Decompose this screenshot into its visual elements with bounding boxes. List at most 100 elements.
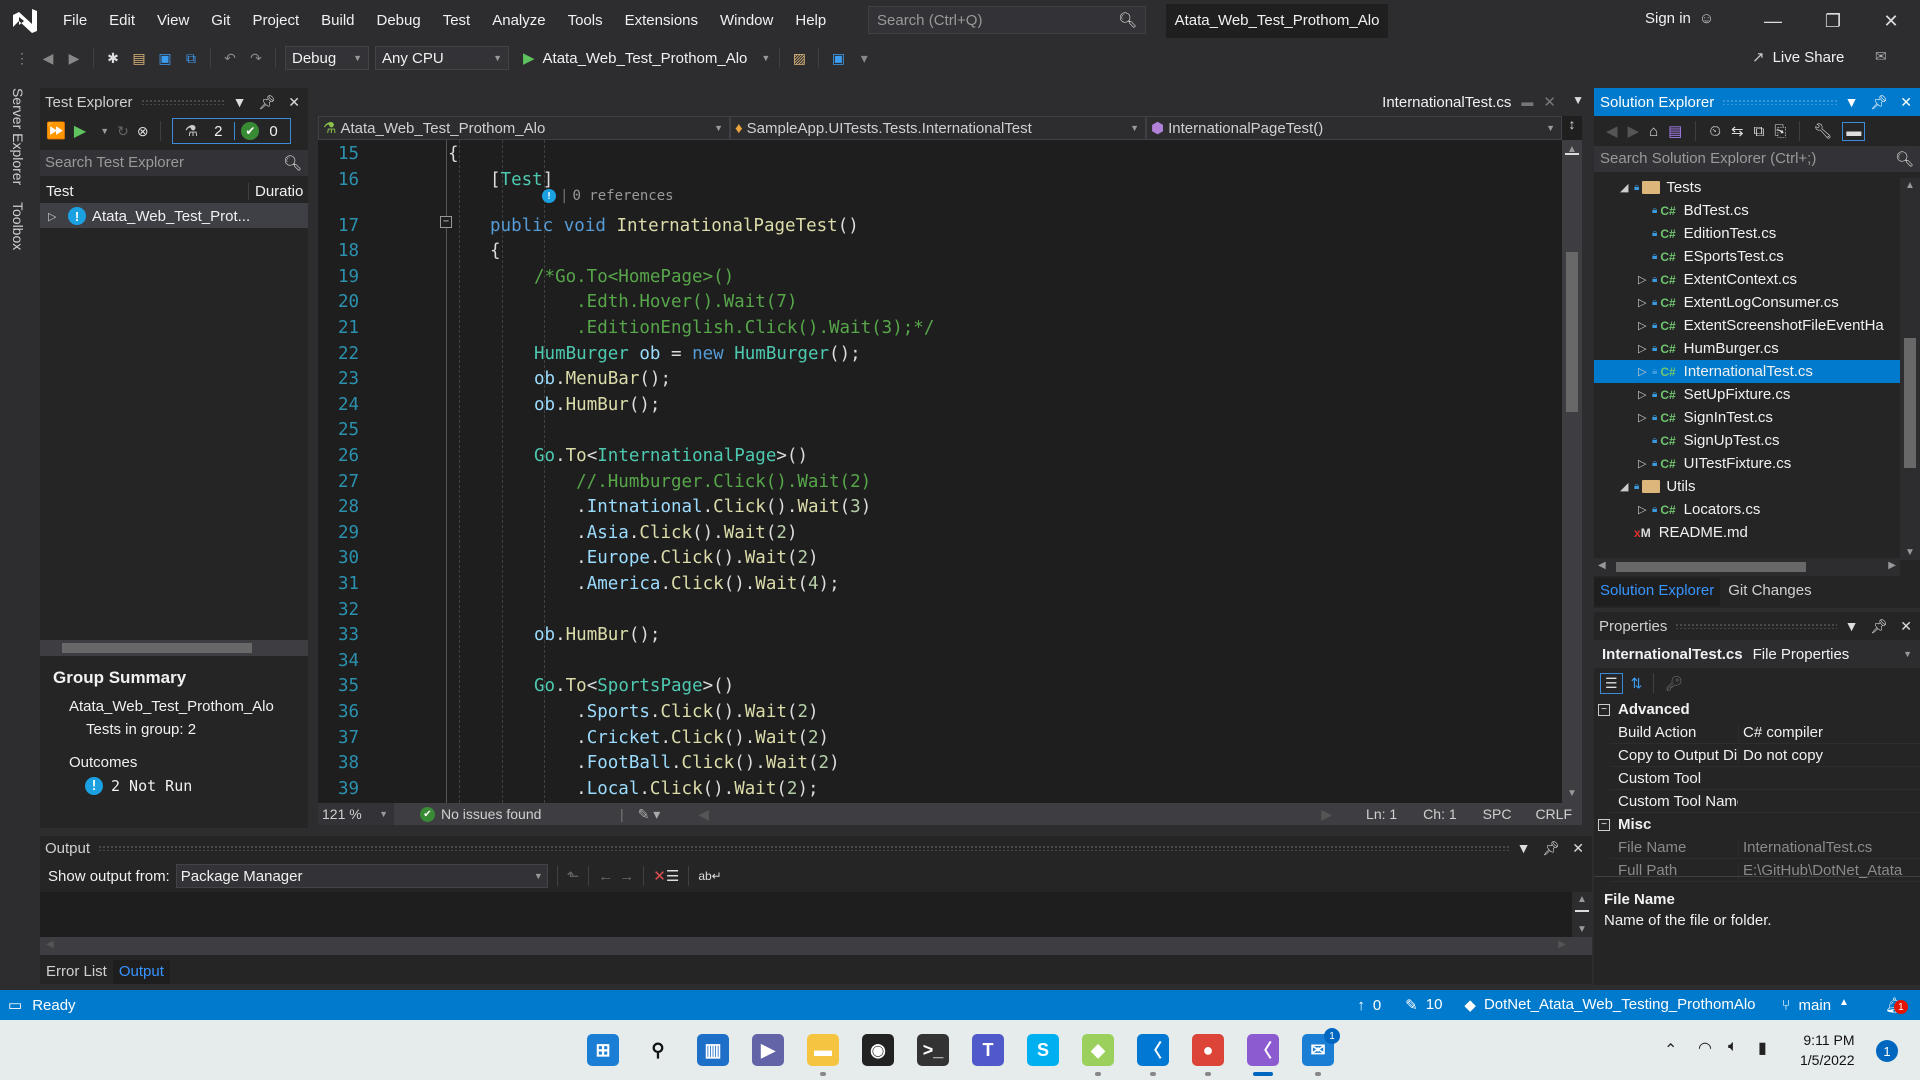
expand-icon[interactable]: ▷ (1638, 273, 1652, 286)
whitespace-mode[interactable]: SPC (1483, 806, 1512, 822)
scroll-right-icon[interactable]: ▶ (1558, 939, 1566, 950)
expand-icon[interactable]: ▷ (1638, 342, 1652, 355)
battery-icon[interactable]: ▮ (1758, 1038, 1767, 1058)
menu-test[interactable]: Test (432, 0, 482, 42)
save-all-icon[interactable]: ⧉ (181, 48, 201, 68)
passed-tests-filter[interactable]: ✔ 0 (234, 122, 289, 140)
project-dropdown[interactable]: ⚗ Atata_Web_Test_Prothom_Alo ▼ (318, 116, 730, 140)
property-row[interactable]: Custom Tool Names (1610, 790, 1920, 813)
expand-icon[interactable]: ▷ (1638, 296, 1652, 309)
run-tests-icon[interactable]: ▶ (74, 121, 86, 141)
menu-file[interactable]: File (52, 0, 98, 42)
tab-git-changes[interactable]: Git Changes (1720, 578, 1819, 606)
code-editor[interactable]: 15 {16 [Test] 17 public void InternationalPa… (318, 140, 1562, 803)
solution-tree-item[interactable]: xM README.md (1594, 521, 1900, 544)
search-icon[interactable]: 🔍︎ (283, 154, 302, 172)
line-number[interactable]: Ln: 1 (1366, 806, 1397, 822)
wifi-icon[interactable]: ◠ (1698, 1038, 1712, 1058)
collapse-region-icon[interactable]: − (440, 216, 452, 228)
search-icon[interactable]: 🔍︎ (1895, 150, 1914, 168)
home-icon[interactable]: ⌂ (1649, 123, 1658, 140)
tab-list-icon[interactable]: ▼ (1572, 93, 1584, 107)
expand-icon[interactable]: ▷ (1638, 411, 1652, 424)
categorized-icon[interactable]: ☰ (1600, 672, 1623, 694)
collapse-icon[interactable]: ◢ (1620, 480, 1634, 493)
preview-selected-items-icon[interactable]: ▬ (1842, 121, 1866, 141)
show-all-files-icon[interactable]: ⎘ (1774, 123, 1786, 140)
test-search-input[interactable]: Search Test Explorer 🔍︎ (40, 150, 308, 176)
repository-selector[interactable]: ◆ DotNet_Atata_Web_Testing_ProthomAlo (1464, 996, 1755, 1014)
properties-object-selector[interactable]: InternationalTest.cs File Properties ▼ (1594, 640, 1920, 668)
property-value[interactable]: Do not copy (1738, 746, 1920, 764)
solution-hscrollbar[interactable]: ◀ ▶ (1594, 558, 1900, 576)
solution-vscrollbar[interactable]: ▲ ▼ (1900, 178, 1920, 560)
tab-solution-explorer[interactable]: Solution Explorer (1594, 578, 1721, 606)
class-dropdown[interactable]: ♦ SampleApp.UITests.Tests.InternationalT… (730, 116, 1146, 140)
output-text-area[interactable]: ▲ ▼ (40, 892, 1592, 937)
char-number[interactable]: Ch: 1 (1423, 806, 1456, 822)
scroll-left-icon[interactable]: ◀ (1598, 560, 1606, 571)
solution-tree-item[interactable]: ▷ 🔒︎ C# SetUpFixture.cs (1594, 383, 1900, 406)
minimize-button[interactable]: — (1750, 0, 1796, 42)
solution-tree-item[interactable]: ▷ 🔒︎ C# SignInTest.cs (1594, 406, 1900, 429)
scroll-thumb[interactable] (1904, 338, 1916, 468)
notification-center-badge[interactable]: 1 (1876, 1040, 1898, 1062)
clear-all-icon[interactable]: ✕☰ (653, 867, 679, 885)
taskbar-vs-code-icon[interactable]: 〈 (1137, 1034, 1169, 1066)
collapse-icon[interactable]: ◢ (1620, 181, 1634, 194)
taskbar-widgets-icon[interactable]: ▥ (697, 1034, 729, 1066)
solution-tree-item[interactable]: ▷ 🔒︎ C# ExtentLogConsumer.cs (1594, 291, 1900, 314)
issues-indicator[interactable]: ✔ No issues found (420, 806, 616, 822)
menu-build[interactable]: Build (310, 0, 365, 42)
chevron-down-icon[interactable]: ▼ (100, 126, 109, 136)
window-menu-icon[interactable]: ▼ (1845, 618, 1859, 635)
column-header-duration[interactable]: Duratio (248, 183, 308, 200)
solution-tree-item[interactable]: 🔒︎ C# ESportsTest.cs (1594, 245, 1900, 268)
split-window-icon[interactable]: ↕ (1562, 116, 1582, 140)
tab-error-list[interactable]: Error List (40, 960, 113, 984)
menu-project[interactable]: Project (241, 0, 310, 42)
taskbar-chrome-icon[interactable]: ● (1192, 1034, 1224, 1066)
window-menu-icon[interactable]: ▼ (1845, 94, 1859, 111)
menu-help[interactable]: Help (784, 0, 837, 42)
find-message-icon[interactable]: ⬑ (567, 867, 580, 885)
close-tab-icon[interactable]: ✕ (1543, 93, 1556, 111)
solution-tree-item[interactable]: 🔒︎ C# SignUpTest.cs (1594, 429, 1900, 452)
property-value[interactable]: C# compiler (1738, 723, 1920, 741)
code-cleanup-icon[interactable]: ✎ ▾ (638, 806, 661, 823)
scroll-thumb[interactable] (1566, 252, 1578, 412)
editor-vscrollbar[interactable]: ▲ ▼ (1562, 140, 1582, 803)
scroll-up-icon[interactable]: ▲ (1905, 180, 1915, 191)
notifications-button[interactable]: 🔔︎ 1 (1885, 996, 1908, 1014)
solution-tree-item[interactable]: 🔒︎ C# EditionTest.cs (1594, 222, 1900, 245)
menu-window[interactable]: Window (709, 0, 784, 42)
start-debugging-button[interactable]: ▶ Atata_Web_Test_Prothom_Alo ▼ (523, 49, 770, 68)
taskbar-terminal-icon[interactable]: >_ (917, 1034, 949, 1066)
test-tree-row[interactable]: ▷ ! Atata_Web_Test_Prot... (40, 204, 308, 228)
solution-tree-item[interactable]: ◢ 🔒︎ Utils (1594, 475, 1900, 498)
taskbar-skype-icon[interactable]: S (1027, 1034, 1059, 1066)
toolbox-tab[interactable]: Toolbox (10, 202, 26, 250)
clock[interactable]: 9:11 PM 1/5/2022 (1800, 1030, 1855, 1070)
expand-icon[interactable]: ▷ (1638, 388, 1652, 401)
find-in-files-icon[interactable]: ▨ (789, 48, 809, 68)
properties-wrench-icon[interactable]: 🔧︎ (1813, 122, 1832, 140)
scroll-left-icon[interactable]: ◀ (698, 806, 709, 823)
member-dropdown[interactable]: ⬢ InternationalPageTest() ▼ (1146, 116, 1562, 140)
sign-in-button[interactable]: Sign in ☺ (1645, 10, 1714, 27)
switch-views-icon[interactable]: ▤ (1668, 122, 1682, 140)
pin-tab-icon[interactable]: ▬ (1521, 95, 1533, 109)
panel-grip[interactable] (1722, 99, 1837, 105)
close-icon[interactable]: ✕ (288, 94, 300, 111)
solution-tree-item[interactable]: 🔒︎ C# BdTest.cs (1594, 199, 1900, 222)
taskbar-visual-studio-icon[interactable]: 〈 (1247, 1034, 1279, 1066)
scroll-right-icon[interactable]: ▶ (1321, 806, 1332, 823)
next-message-icon[interactable]: → (619, 868, 634, 885)
toolbar-overflow-icon[interactable]: ▾ (854, 48, 874, 68)
toolbar-grip-icon[interactable]: ⋮ (12, 48, 32, 68)
forward-icon[interactable]: ▶ (1628, 122, 1640, 140)
solution-tree-item[interactable]: ▷ 🔒︎ C# ExtentContext.cs (1594, 268, 1900, 291)
pin-icon[interactable]: 📌︎ (1870, 618, 1888, 635)
line-ending[interactable]: CRLF (1535, 806, 1572, 822)
scroll-down-icon[interactable]: ▼ (1577, 924, 1587, 935)
